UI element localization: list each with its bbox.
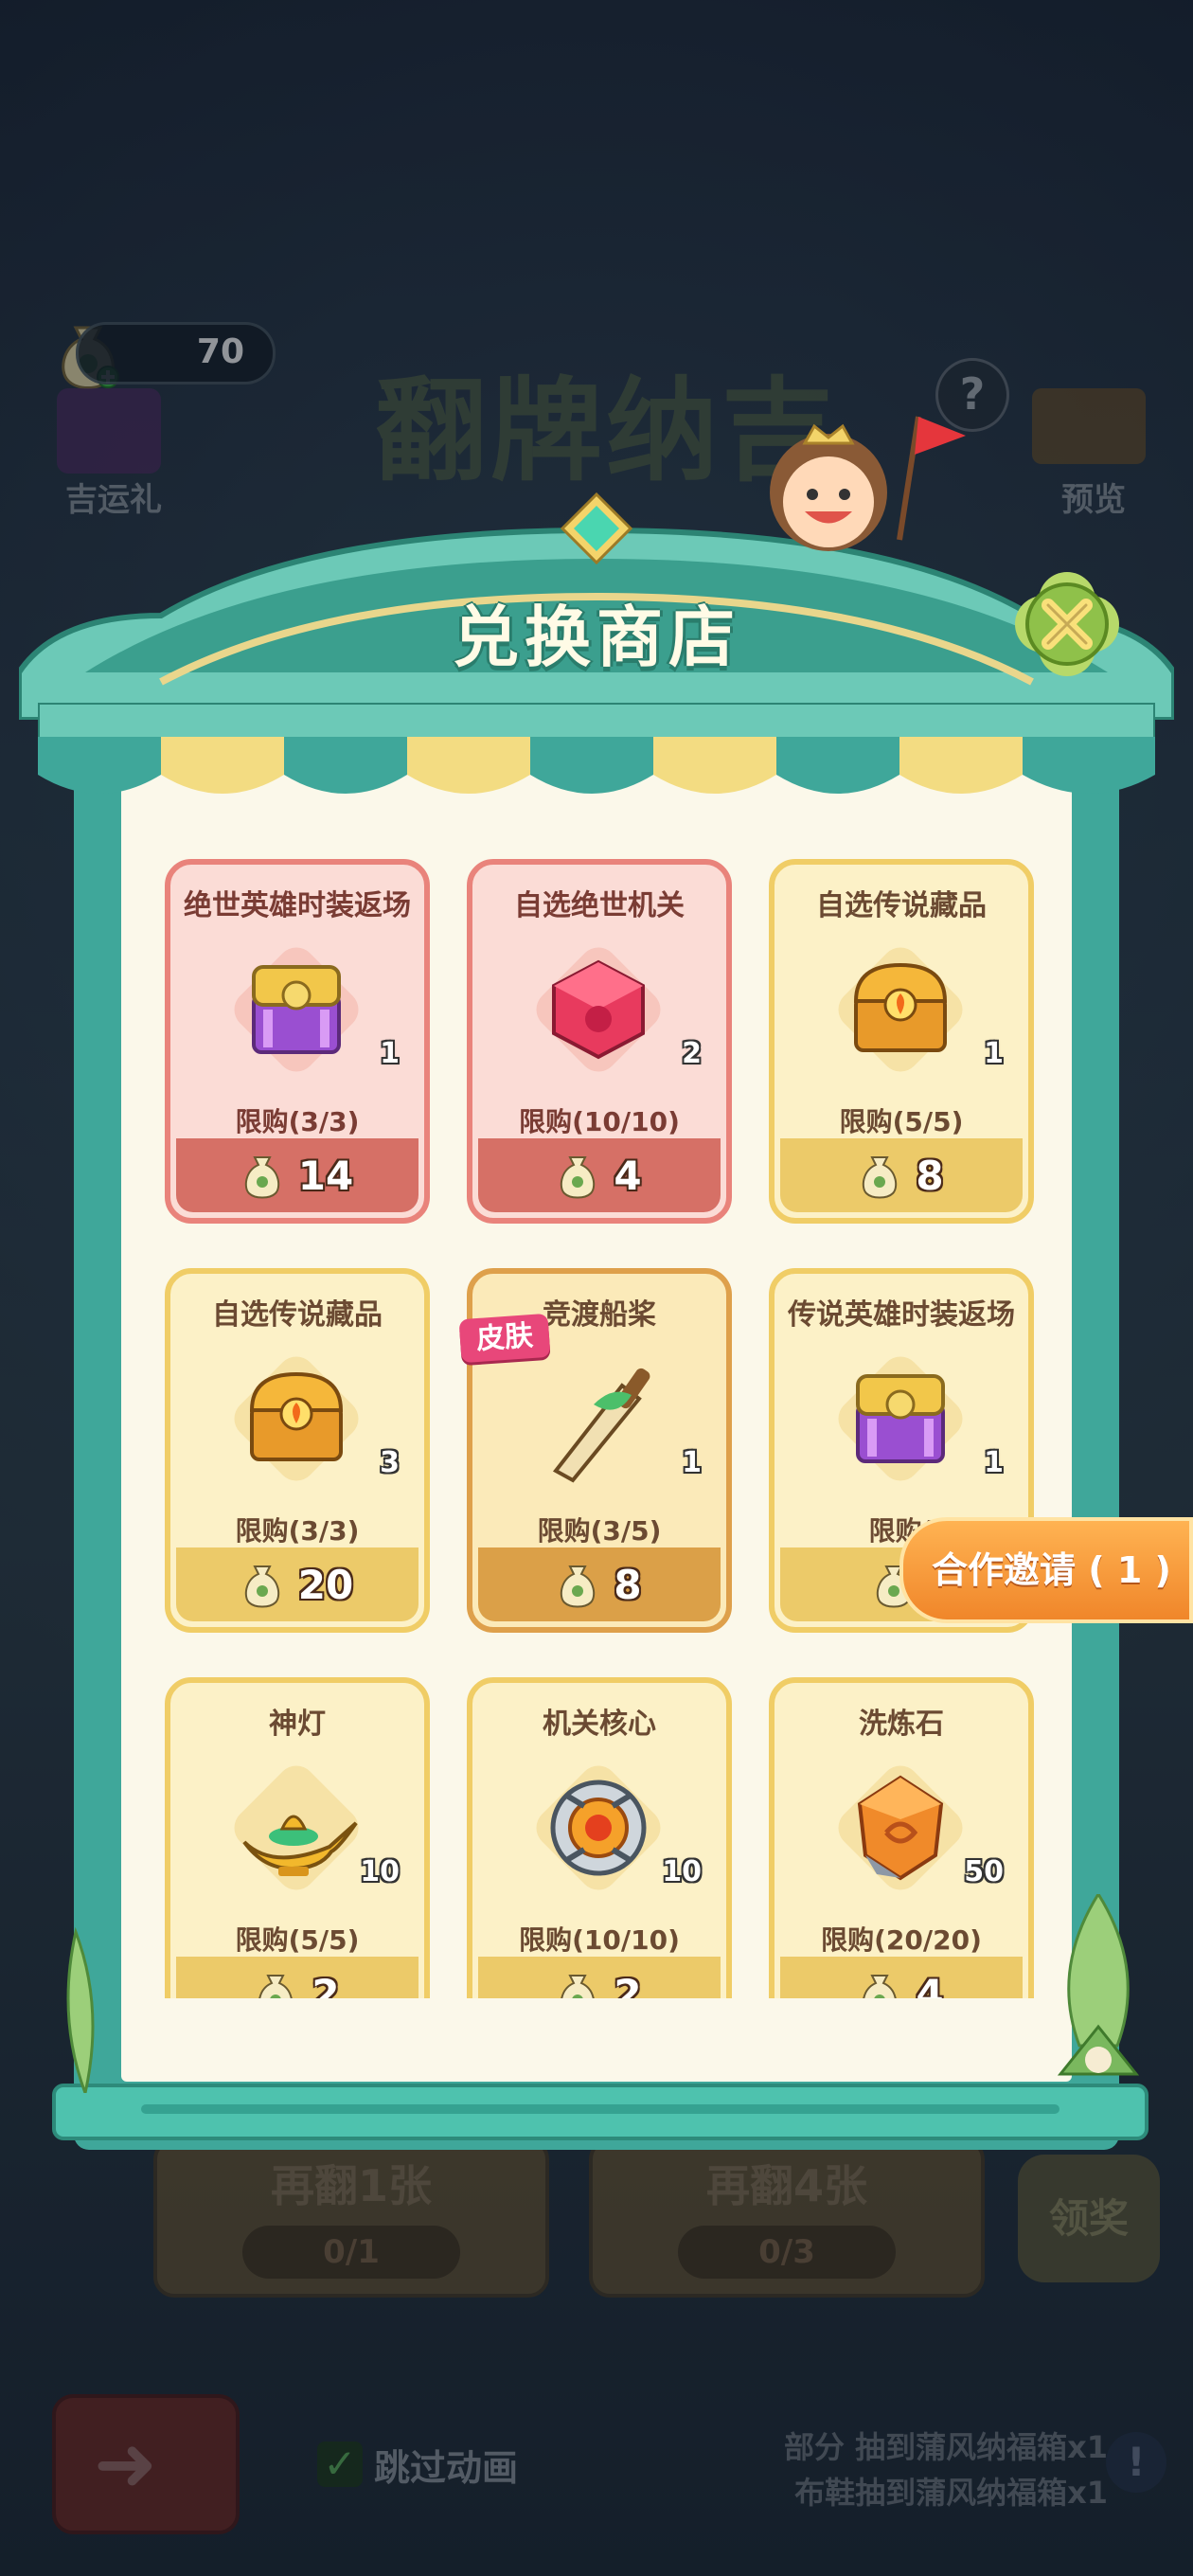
bamboo-leaf-decoration xyxy=(66,1926,95,2093)
item-icon-wrap xyxy=(527,939,669,1081)
co-op-invite-button[interactable]: 合作邀请 ( 1 ) xyxy=(899,1517,1193,1623)
item-name: 洗炼石 xyxy=(859,1708,944,1741)
item-price-button[interactable]: 14 xyxy=(176,1138,418,1212)
item-purchase-limit: 限购(10/10) xyxy=(519,1106,680,1137)
item-quantity: 2 xyxy=(682,1037,702,1070)
coin-bag-icon xyxy=(244,1156,279,1199)
item-icon-wrap xyxy=(829,939,971,1081)
skin-badge: 皮肤 xyxy=(458,1313,551,1364)
item-quantity: 10 xyxy=(360,1855,400,1888)
item-name: 自选传说藏品 xyxy=(212,1298,383,1332)
zongzi-decoration xyxy=(1057,1894,1140,2076)
item-price-button[interactable]: 4 xyxy=(478,1138,721,1212)
item-icon-wrap xyxy=(225,1757,367,1899)
item-icon-wrap xyxy=(527,1757,669,1899)
item-price: 4 xyxy=(916,1970,944,1999)
shop-title: 兑换商店 xyxy=(453,599,740,676)
shop-item-grid: 绝世英雄时装返场 1 限购(3/3) 14 自选绝世机关 2 限购(10/10)… xyxy=(151,848,1046,1998)
item-quantity: 3 xyxy=(380,1446,400,1479)
coin-bag-icon xyxy=(258,1975,294,1998)
item-price-button[interactable]: 8 xyxy=(478,1547,721,1621)
purple-chest-icon xyxy=(252,965,341,1054)
close-button[interactable] xyxy=(1006,563,1129,686)
coin-bag-icon xyxy=(561,1156,596,1199)
item-purchase-limit: 限购(5/5) xyxy=(839,1106,964,1137)
shop-item-card[interactable]: 自选传说藏品 1 限购(5/5) 8 xyxy=(769,859,1034,1224)
item-price-button[interactable]: 2 xyxy=(478,1957,721,1998)
item-price: 14 xyxy=(297,1152,354,1199)
item-price-button[interactable]: 20 xyxy=(176,1547,418,1621)
item-name: 机关核心 xyxy=(543,1708,656,1741)
close-x-icon xyxy=(1015,572,1119,676)
item-icon-wrap xyxy=(225,939,367,1081)
item-price-button[interactable]: 2 xyxy=(176,1957,418,1998)
refine-stone-icon xyxy=(857,1775,944,1881)
mascot-character xyxy=(770,416,966,551)
item-price: 8 xyxy=(614,1561,642,1608)
item-price: 8 xyxy=(916,1152,944,1199)
item-icon-wrap xyxy=(829,1757,971,1899)
gold-chest-icon xyxy=(853,962,948,1052)
item-quantity: 1 xyxy=(380,1037,400,1070)
shop-item-card[interactable]: 自选传说藏品 3 限购(3/3) 20 xyxy=(165,1268,430,1633)
shop-item-card[interactable]: 神灯 10 限购(5/5) 2 xyxy=(165,1677,430,1998)
magic-lamp-icon xyxy=(242,1815,358,1876)
bar-groove xyxy=(141,2104,1059,2114)
mech-core-icon xyxy=(550,1780,647,1876)
shop-item-card[interactable]: 机关核心 10 限购(10/10) 2 xyxy=(467,1677,732,1998)
item-name: 神灯 xyxy=(269,1708,326,1741)
shop-item-card[interactable]: 洗炼石 50 限购(20/20) 4 xyxy=(769,1677,1034,1998)
gold-chest-icon xyxy=(249,1371,344,1461)
shop-item-card[interactable]: 自选绝世机关 2 限购(10/10) 4 xyxy=(467,859,732,1224)
item-purchase-limit: 限购(3/5) xyxy=(537,1515,662,1547)
item-quantity: 1 xyxy=(682,1446,702,1479)
item-quantity: 1 xyxy=(984,1037,1004,1070)
item-purchase-limit: 限购(20/20) xyxy=(821,1924,982,1956)
shop-awning xyxy=(38,703,1155,794)
item-price: 2 xyxy=(312,1970,340,1999)
item-purchase-limit: 限购(3/3) xyxy=(235,1515,360,1547)
coin-bag-icon xyxy=(863,1975,898,1998)
coin-bag-icon xyxy=(561,1975,596,1998)
item-name: 自选绝世机关 xyxy=(514,889,685,922)
item-icon-wrap xyxy=(225,1348,367,1490)
item-name: 自选传说藏品 xyxy=(816,889,987,922)
item-price-button[interactable]: 8 xyxy=(780,1138,1023,1212)
shop-bottom-bar xyxy=(52,2084,1148,2140)
item-price: 20 xyxy=(297,1561,354,1608)
item-name: 传说英雄时装返场 xyxy=(788,1298,1015,1332)
coin-bag-icon xyxy=(561,1565,596,1608)
item-price-button[interactable]: 4 xyxy=(780,1957,1023,1998)
item-quantity: 1 xyxy=(984,1446,1004,1479)
item-price: 2 xyxy=(614,1970,642,1999)
item-purchase-limit: 限购(3/3) xyxy=(235,1106,360,1137)
item-quantity: 10 xyxy=(662,1855,702,1888)
red-cube-icon xyxy=(552,959,645,1060)
coin-bag-icon xyxy=(863,1156,898,1199)
shop-item-card[interactable]: 绝世英雄时装返场 1 限购(3/3) 14 xyxy=(165,859,430,1224)
item-icon-wrap xyxy=(829,1348,971,1490)
coin-bag-icon xyxy=(244,1565,279,1608)
item-quantity: 50 xyxy=(964,1855,1004,1888)
item-price: 4 xyxy=(614,1152,642,1199)
purple-chest-icon xyxy=(856,1374,945,1463)
boat-paddle-icon xyxy=(552,1368,650,1483)
item-name: 绝世英雄时装返场 xyxy=(184,889,411,922)
item-purchase-limit: 限购(10/10) xyxy=(519,1924,680,1956)
diamond-gem-icon xyxy=(561,492,632,564)
item-icon-wrap xyxy=(527,1348,669,1490)
item-purchase-limit: 限购(5/5) xyxy=(235,1924,360,1956)
